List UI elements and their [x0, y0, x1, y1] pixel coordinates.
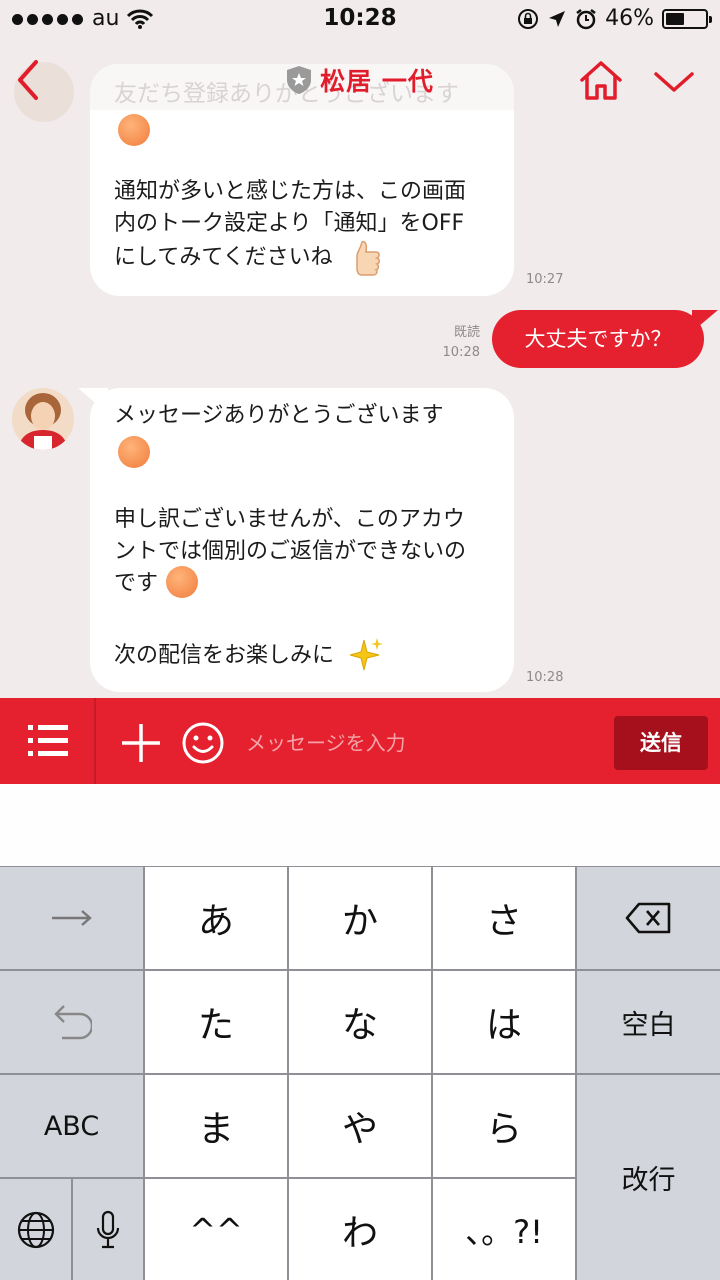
avatar[interactable]: [12, 388, 74, 450]
message-line: 通知が多いと感じた方は、この画面: [114, 179, 467, 204]
emoji-picker-icon[interactable]: [180, 720, 226, 766]
blushing-face-emoji-icon: [118, 436, 150, 468]
key-ra[interactable]: ら: [433, 1075, 575, 1177]
key-ma[interactable]: ま: [145, 1075, 287, 1177]
message-line: です: [114, 571, 159, 596]
microphone-icon: [96, 1210, 120, 1248]
key-undo[interactable]: [0, 971, 143, 1073]
key-kaomoji[interactable]: ^^: [145, 1179, 287, 1280]
message-line: 次の配信をお楽しみに: [114, 643, 335, 668]
key-dictation[interactable]: [73, 1179, 143, 1280]
battery-icon: [662, 8, 712, 29]
message-line: 内のトーク設定より「通知」をOFF: [114, 211, 465, 236]
sad-face-emoji-icon: [166, 566, 198, 598]
key-a[interactable]: あ: [145, 867, 287, 969]
undo-icon: [53, 1005, 92, 1040]
smiling-face-emoji-icon: [118, 114, 150, 146]
message-line: にしてみてくださいね: [114, 245, 333, 270]
message-line: ントでは個別のご返信ができないの: [114, 539, 467, 564]
key-return[interactable]: 改行: [577, 1075, 720, 1280]
message-timestamp: 10:28: [442, 345, 480, 360]
orientation-lock-icon: [518, 8, 539, 29]
key-wa[interactable]: わ: [289, 1179, 431, 1280]
key-ha[interactable]: は: [433, 971, 575, 1073]
key-na[interactable]: な: [289, 971, 431, 1073]
key-globe[interactable]: [0, 1179, 71, 1280]
sparkles-emoji-icon: [350, 638, 383, 671]
key-next[interactable]: [0, 867, 143, 969]
status-bar: au 10:28 46%: [0, 0, 720, 40]
send-button[interactable]: 送信: [614, 716, 708, 770]
message-timestamp: 10:27: [526, 272, 564, 287]
alarm-icon: [576, 8, 596, 29]
avatar-portrait: [12, 388, 74, 450]
plus-icon[interactable]: [118, 720, 164, 766]
page-title: 松居 一代: [320, 67, 434, 96]
key-punctuation[interactable]: 、。?!: [433, 1179, 575, 1280]
key-ta[interactable]: た: [145, 971, 287, 1073]
status-right: 46%: [517, 6, 712, 31]
message-line: メッセージありがとうございます: [114, 403, 444, 428]
home-icon[interactable]: [578, 60, 624, 102]
message-input[interactable]: [244, 718, 604, 768]
keyboard: あ か さ た な は 空白 ABC ま や ら 改行 ^^ わ 、。?!: [0, 866, 720, 1280]
read-receipt: 既読: [453, 325, 480, 340]
backspace-icon: [625, 902, 670, 934]
list-menu-icon: [28, 725, 68, 756]
right-arrow-icon: [51, 910, 92, 926]
chevron-down-icon[interactable]: [652, 68, 696, 96]
globe-icon: [17, 1211, 54, 1248]
menu-button[interactable]: [0, 698, 96, 784]
official-account-badge-icon: [287, 66, 312, 94]
input-spacer: [0, 784, 720, 866]
message-line: 申し訳ございませんが、このアカウ: [114, 507, 465, 532]
key-ya[interactable]: や: [289, 1075, 431, 1177]
battery-percent: 46%: [605, 6, 654, 31]
key-ka[interactable]: か: [289, 867, 431, 969]
thumbs-up-emoji-icon: [356, 240, 380, 276]
location-icon: [549, 10, 566, 27]
key-abc[interactable]: ABC: [0, 1075, 143, 1177]
key-delete[interactable]: [577, 867, 720, 969]
key-space[interactable]: 空白: [577, 971, 720, 1073]
key-sa[interactable]: さ: [433, 867, 575, 969]
message-bubble-sent: 大丈夫ですか？: [492, 310, 704, 368]
message-timestamp: 10:28: [526, 670, 564, 685]
